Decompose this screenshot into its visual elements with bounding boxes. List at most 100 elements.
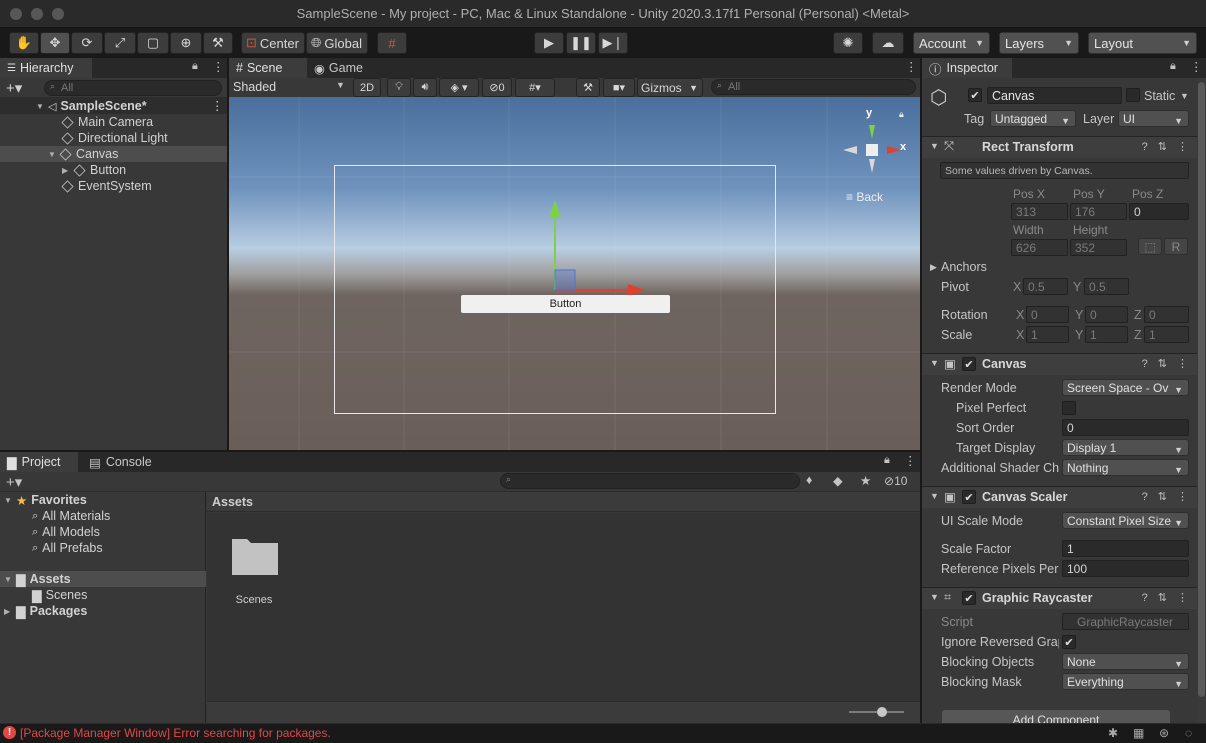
play-button[interactable]: ▶ [534, 32, 564, 54]
list-item-selected[interactable]: ▼ Canvas [0, 146, 227, 162]
layers-dropdown[interactable]: Layers ▼ [999, 32, 1079, 54]
scrollbar-thumb[interactable] [1198, 82, 1205, 697]
canvas-scaler-enabled-checkbox[interactable]: ✔ [962, 490, 976, 504]
component-header-icons[interactable]: ?⇅⋮ [1142, 357, 1198, 370]
hidden-packages-toggle[interactable]: ⊘10 [884, 474, 907, 488]
list-item[interactable]: ⌕ All Materials [0, 508, 110, 524]
lock-icon[interactable]: 🔒︎ [192, 60, 198, 73]
effects-icon[interactable]: ◈ ▾ [439, 78, 479, 97]
error-icon[interactable]: ! [3, 726, 16, 739]
tab-scene[interactable]: # Scene [229, 58, 307, 78]
scene-search-input[interactable]: All [711, 79, 916, 95]
list-item[interactable]: ▶ Button [0, 162, 126, 178]
hierarchy-search-input[interactable]: All [44, 80, 222, 96]
sort-order-field[interactable]: 0 [1062, 419, 1189, 436]
pivot-rotation-toggle[interactable]: 🌐︎ Global [306, 32, 368, 54]
list-item[interactable]: Main Camera [0, 114, 153, 130]
blueprint-mode-icon[interactable]: ⬚ [1138, 238, 1162, 255]
list-item[interactable]: ▇ Scenes [0, 587, 87, 603]
scene-row[interactable]: ▼ ◁ SampleScene* ⋮ [0, 98, 227, 114]
favorites-row[interactable]: ▼ ★ Favorites [0, 492, 87, 508]
gizmo-neg-y-cone[interactable] [869, 159, 875, 173]
component-header-icons[interactable]: ?⇅⋮ [1142, 591, 1198, 604]
project-search-input[interactable] [500, 473, 800, 489]
scene-menu-icon[interactable]: ⋮ [211, 98, 224, 113]
panel-menu-icon[interactable]: ⋮ [904, 453, 917, 468]
add-icon[interactable]: +▾ [6, 79, 22, 97]
list-item[interactable]: Directional Light [0, 130, 168, 146]
raw-edit-button[interactable]: R [1164, 238, 1188, 255]
fold-closed-icon[interactable]: ▶ [930, 262, 937, 273]
ui-button-preview[interactable]: Button [461, 295, 670, 313]
pause-button[interactable]: ❚❚ [566, 32, 596, 54]
lighting-icon[interactable]: 💡︎ [387, 78, 411, 97]
component-header-icons[interactable]: ?⇅⋮ [1142, 140, 1198, 153]
transform-tool-icon[interactable]: ⊕ [170, 32, 202, 54]
chevron-down-icon[interactable]: ▼ [1180, 91, 1189, 101]
tab-inspector[interactable]: ⓘ Inspector [922, 58, 1012, 78]
breadcrumb-assets[interactable]: Assets [212, 495, 253, 509]
camera-icon[interactable]: ■▾ [603, 78, 635, 97]
account-dropdown[interactable]: Account ▼ [913, 32, 990, 54]
inspector-scrollbar[interactable] [1197, 78, 1206, 723]
list-item[interactable]: ⌕ All Prefabs [0, 540, 103, 556]
tag-dropdown[interactable]: Untagged ▼ [990, 110, 1076, 127]
snap-grid-icon[interactable]: # [377, 32, 407, 54]
raycaster-enabled-checkbox[interactable]: ✔ [962, 591, 976, 605]
render-mode-dropdown[interactable]: Screen Space - Ov ▼ [1062, 379, 1189, 396]
hidden-objects-toggle[interactable]: ⊘ 0 [482, 78, 512, 97]
canvas-component-header[interactable]: ▼ ▣ ✔ Canvas ?⇅⋮ [922, 353, 1206, 375]
ignore-reversed-checkbox[interactable]: ✔ [1062, 635, 1076, 649]
list-item[interactable]: EventSystem [0, 178, 152, 194]
tab-project[interactable]: ▇ Project [0, 452, 78, 472]
list-item[interactable]: ⌕ All Models [0, 524, 100, 540]
pivot-mode-toggle[interactable]: ⊡ Center [241, 32, 305, 54]
object-name-field[interactable]: Canvas [987, 87, 1122, 104]
gizmo-y-cone[interactable] [869, 125, 875, 139]
rect-transform-header[interactable]: ▼ ⤧ Rect Transform ?⇅⋮ [922, 136, 1206, 158]
active-checkbox[interactable]: ✔ [968, 88, 982, 102]
panel-menu-icon[interactable]: ⋮ [905, 59, 918, 74]
favorite-star-icon[interactable]: ★ [860, 473, 871, 488]
scale-mode-dropdown[interactable]: Constant Pixel Size ▼ [1062, 512, 1189, 529]
hand-tool-icon[interactable]: ✋ [9, 32, 39, 54]
blocking-mask-dropdown[interactable]: Everything ▼ [1062, 673, 1189, 690]
rotate-tool-icon[interactable]: ⟳ [71, 32, 103, 54]
tab-game[interactable]: ◉ Game [307, 58, 377, 78]
step-button[interactable]: ▶❘ [598, 32, 628, 54]
graphic-raycaster-header[interactable]: ▼ ⌗ ✔ Graphic Raycaster ?⇅⋮ [922, 587, 1206, 609]
component-header-icons[interactable]: ?⇅⋮ [1142, 490, 1198, 503]
debug-icon[interactable]: ✱ [1108, 726, 1118, 740]
shader-channels-dropdown[interactable]: Nothing ▼ [1062, 459, 1189, 476]
rect-tool-icon[interactable]: ▢ [137, 32, 169, 54]
gizmo-back-toggle[interactable]: ≡ Back [846, 190, 883, 204]
search-by-type-icon[interactable]: ♦ [806, 473, 812, 487]
blocking-objects-dropdown[interactable]: None ▼ [1062, 653, 1189, 670]
gameobject-icon[interactable]: ⬡ [930, 85, 947, 110]
status-message[interactable]: [Package Manager Window] Error searching… [20, 726, 331, 740]
audio-icon[interactable]: 🔊︎ [413, 78, 437, 97]
tools-icon[interactable]: ⚒ [576, 78, 600, 97]
progress-icon[interactable]: ◌ [1185, 726, 1192, 740]
add-component-button[interactable]: Add Component [942, 710, 1170, 723]
mode-2d-toggle[interactable]: 2D [353, 78, 381, 97]
canvas-scaler-header[interactable]: ▼ ▣ ✔ Canvas Scaler ?⇅⋮ [922, 486, 1206, 508]
script-field[interactable]: GraphicRaycaster [1062, 613, 1189, 630]
layer-dropdown[interactable]: UI ▼ [1118, 110, 1189, 127]
panel-menu-icon[interactable]: ⋮ [212, 59, 225, 74]
auto-generate-icon[interactable]: ⊛ [1159, 726, 1169, 740]
assets-row[interactable]: ▼ ▇ Assets [0, 571, 206, 587]
panel-menu-icon[interactable]: ⋮ [1190, 59, 1203, 74]
search-by-label-icon[interactable]: ◆ [833, 473, 843, 488]
anchors-label[interactable]: Anchors [941, 260, 987, 274]
gizmo-x-cone[interactable] [887, 146, 901, 154]
static-checkbox[interactable] [1126, 88, 1140, 102]
gizmo-neg-x-cone[interactable] [843, 146, 857, 154]
asset-item[interactable]: Scenes [227, 533, 281, 613]
tab-console[interactable]: ▤ Console [82, 452, 158, 472]
shading-dropdown[interactable]: Shaded [233, 80, 276, 94]
collab-icon[interactable]: ✺ [833, 32, 863, 54]
scale-factor-field[interactable]: 1 [1062, 540, 1189, 557]
y-axis-arrow-icon[interactable] [549, 200, 561, 217]
target-display-dropdown[interactable]: Display 1 ▼ [1062, 439, 1189, 456]
